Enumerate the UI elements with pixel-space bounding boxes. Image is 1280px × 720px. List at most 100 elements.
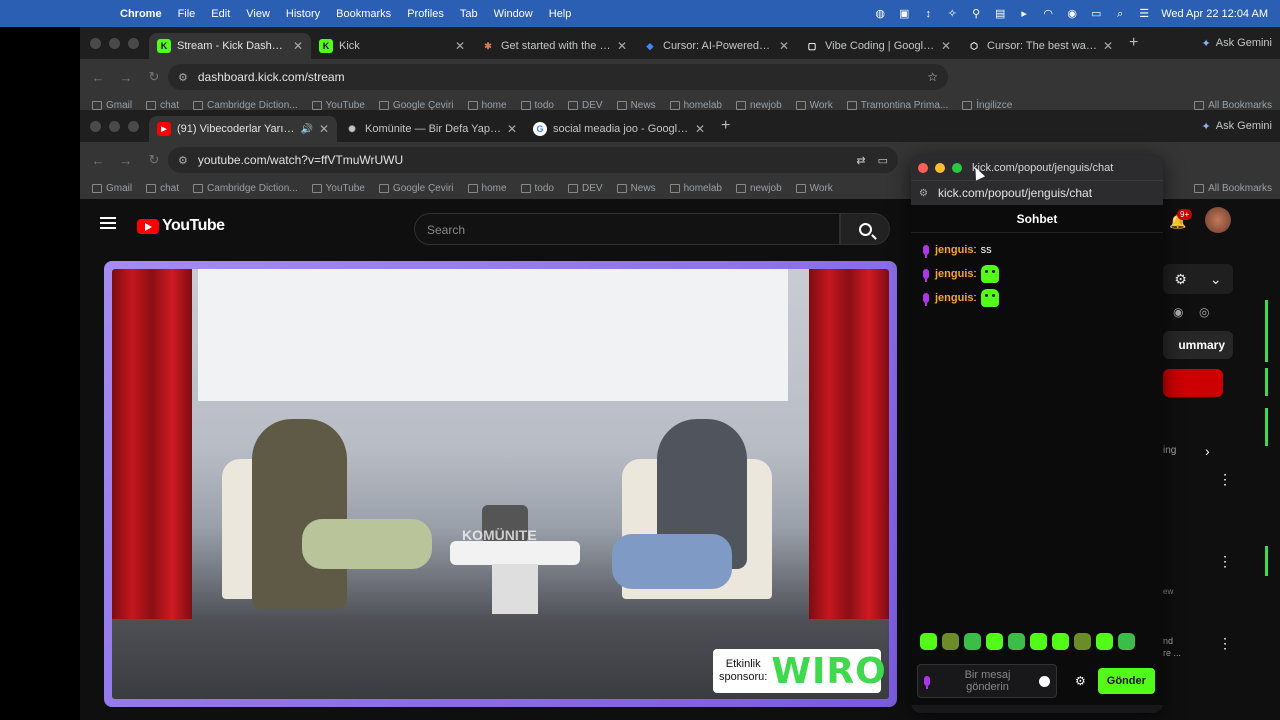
bookmark-news[interactable]: News	[616, 183, 656, 194]
emoji-picker-icon[interactable]	[1039, 675, 1050, 687]
bookmark-todo[interactable]: todo	[520, 183, 554, 194]
bookmark-newjob[interactable]: newjob	[735, 183, 782, 194]
bookmark-home[interactable]: home	[467, 100, 507, 111]
close-window-button[interactable]	[918, 162, 928, 173]
close-tab-icon[interactable]: ✕	[695, 122, 705, 136]
menu-view[interactable]: View	[238, 8, 278, 20]
play-circle-icon[interactable]: ▸	[1017, 8, 1031, 20]
menu-file[interactable]: File	[170, 8, 204, 20]
close-window-button[interactable]	[90, 37, 101, 49]
chat-message-input[interactable]: Bir mesaj gönderin	[917, 664, 1057, 698]
chat-username[interactable]: jenguis	[935, 292, 974, 304]
bookmark-youtube[interactable]: YouTube	[311, 183, 365, 194]
bookmark-news[interactable]: News	[616, 100, 656, 111]
tab-cursor-best[interactable]: ⬡ Cursor: The best way to ✕	[959, 33, 1121, 59]
translate-icon[interactable]: ⇄	[856, 154, 865, 167]
bookmark-dev[interactable]: DEV	[568, 100, 603, 111]
emote-icon[interactable]	[1118, 632, 1135, 650]
close-tab-icon[interactable]: ✕	[1103, 39, 1113, 53]
bookmark-homelab[interactable]: homelab	[669, 183, 722, 194]
tab-vibe-coding[interactable]: ▢ Vibe Coding | Google A ✕	[797, 33, 959, 59]
menu-bookmarks[interactable]: Bookmarks	[328, 8, 399, 20]
back-icon[interactable]: ←	[84, 70, 112, 85]
bookmark-youtube[interactable]: YouTube	[311, 100, 365, 111]
tab-youtube-video[interactable]: ▶ (91) Vibecoderlar Yarışıyo 🔊 ✕	[149, 116, 337, 142]
address-bar[interactable]: ⚙ youtube.com/watch?v=ffVTmuWrUWU ⇄ ▭	[168, 147, 898, 173]
close-window-button[interactable]	[90, 120, 101, 132]
bookmark-todo[interactable]: todo	[520, 100, 554, 111]
chevron-right-icon[interactable]: ›	[1205, 443, 1210, 459]
forward-icon[interactable]: →	[112, 70, 140, 85]
tab-komunite[interactable]: ✺ Komünite — Bir Defa Yap, Her ✕	[337, 116, 525, 142]
reload-icon[interactable]: ↻	[140, 69, 168, 85]
ask-gemini-button[interactable]: ✦ Ask Gemini	[1202, 37, 1272, 50]
bookmark-homelab[interactable]: homelab	[669, 100, 722, 111]
reload-icon[interactable]: ↻	[140, 152, 168, 168]
menu-profiles[interactable]: Profiles	[399, 8, 452, 20]
gear-icon[interactable]: ⚙	[1174, 271, 1187, 288]
bookmark-google-ceviri[interactable]: Google Çeviri	[378, 183, 454, 194]
emote-icon[interactable]	[964, 632, 981, 650]
tab-kick-dashboard[interactable]: K Stream - Kick Dashboard ✕	[149, 33, 311, 59]
chat-username[interactable]: jenguis	[935, 268, 974, 280]
more-options-icon[interactable]: ⋮	[1218, 471, 1232, 488]
emote-icon[interactable]	[1052, 632, 1069, 650]
bookmark-newjob[interactable]: newjob	[735, 100, 782, 111]
subscribe-button[interactable]	[1163, 369, 1223, 397]
emote-icon[interactable]	[942, 632, 959, 650]
popout-address-bar[interactable]: ⚙ kick.com/popout/jenguis/chat	[911, 180, 1163, 205]
back-icon[interactable]: ←	[84, 153, 112, 168]
bookmark-chat[interactable]: chat	[146, 183, 179, 194]
eye-icon[interactable]: ◉	[1173, 305, 1183, 319]
wifi-icon[interactable]: ◠	[1041, 8, 1055, 20]
new-tab-button[interactable]: +	[1129, 34, 1138, 52]
emote-icon[interactable]	[986, 632, 1003, 650]
menu-edit[interactable]: Edit	[203, 8, 238, 20]
bookmark-work[interactable]: Work	[795, 183, 833, 194]
zoom-window-button[interactable]	[128, 120, 139, 132]
menu-help[interactable]: Help	[541, 8, 580, 20]
bookmark-cambridge[interactable]: Cambridge Diction...	[193, 100, 298, 111]
pdf-icon[interactable]: ▤	[993, 8, 1007, 20]
bookmark-chat[interactable]: chat	[146, 100, 179, 111]
user-icon[interactable]: ◎	[1199, 305, 1209, 319]
close-tab-icon[interactable]: ✕	[319, 122, 329, 136]
more-options-icon[interactable]: ⋮	[1218, 553, 1232, 570]
menu-app-name[interactable]: Chrome	[112, 8, 170, 20]
bookmark-tramontina[interactable]: Tramontina Prima...	[846, 100, 948, 111]
bookmark-star-icon[interactable]: ☆	[927, 70, 938, 84]
bookmark-home[interactable]: home	[467, 183, 507, 194]
chevron-down-icon[interactable]: ⌄	[1210, 271, 1222, 288]
tab-google-search[interactable]: G social meadia joo - Google'da ✕	[525, 116, 713, 142]
menu-window[interactable]: Window	[486, 8, 541, 20]
emote-icon[interactable]	[1096, 632, 1113, 650]
close-tab-icon[interactable]: ✕	[507, 122, 517, 136]
sparkle-icon[interactable]: ✧	[945, 8, 959, 20]
video-player[interactable]: KOMÜNITE Etkinlik sponsoru: WIRO	[104, 261, 897, 707]
creative-cloud-icon[interactable]: ◍	[873, 8, 887, 20]
battery-icon[interactable]: ▭	[1089, 8, 1103, 20]
minimize-window-button[interactable]	[109, 120, 120, 132]
ask-gemini-button[interactable]: ✦ Ask Gemini	[1202, 120, 1272, 133]
bookmark-google-ceviri[interactable]: Google Çeviri	[378, 100, 454, 111]
menubar-datetime[interactable]: Wed Apr 22 12:04 AM	[1161, 8, 1268, 20]
all-bookmarks[interactable]: All Bookmarks	[1194, 183, 1272, 194]
all-bookmarks[interactable]: All Bookmarks	[1194, 100, 1272, 111]
more-options-icon[interactable]: ⋮	[1218, 635, 1232, 652]
control-center-icon[interactable]: ☰	[1137, 8, 1151, 20]
bookmark-work[interactable]: Work	[795, 100, 833, 111]
close-tab-icon[interactable]: ✕	[941, 39, 951, 53]
close-tab-icon[interactable]: ✕	[455, 39, 465, 53]
zoom-window-button[interactable]	[952, 162, 962, 173]
search-input[interactable]: Search	[414, 213, 840, 245]
tab-cursor-ai[interactable]: ◆ Cursor: AI-Powered Co ✕	[635, 33, 797, 59]
site-info-icon[interactable]: ⚙	[919, 188, 928, 199]
emote-icon[interactable]	[1074, 632, 1091, 650]
new-tab-button[interactable]: +	[721, 117, 730, 135]
audio-icon[interactable]: 🔊	[300, 124, 312, 135]
bookmark-gmail[interactable]: Gmail	[92, 100, 132, 111]
video-settings[interactable]: ⚙ ⌄	[1163, 264, 1233, 294]
arrows-icon[interactable]: ↕	[921, 8, 935, 20]
tab-kick[interactable]: K Kick ✕	[311, 33, 473, 59]
screen-share-icon[interactable]: ▣	[897, 8, 911, 20]
